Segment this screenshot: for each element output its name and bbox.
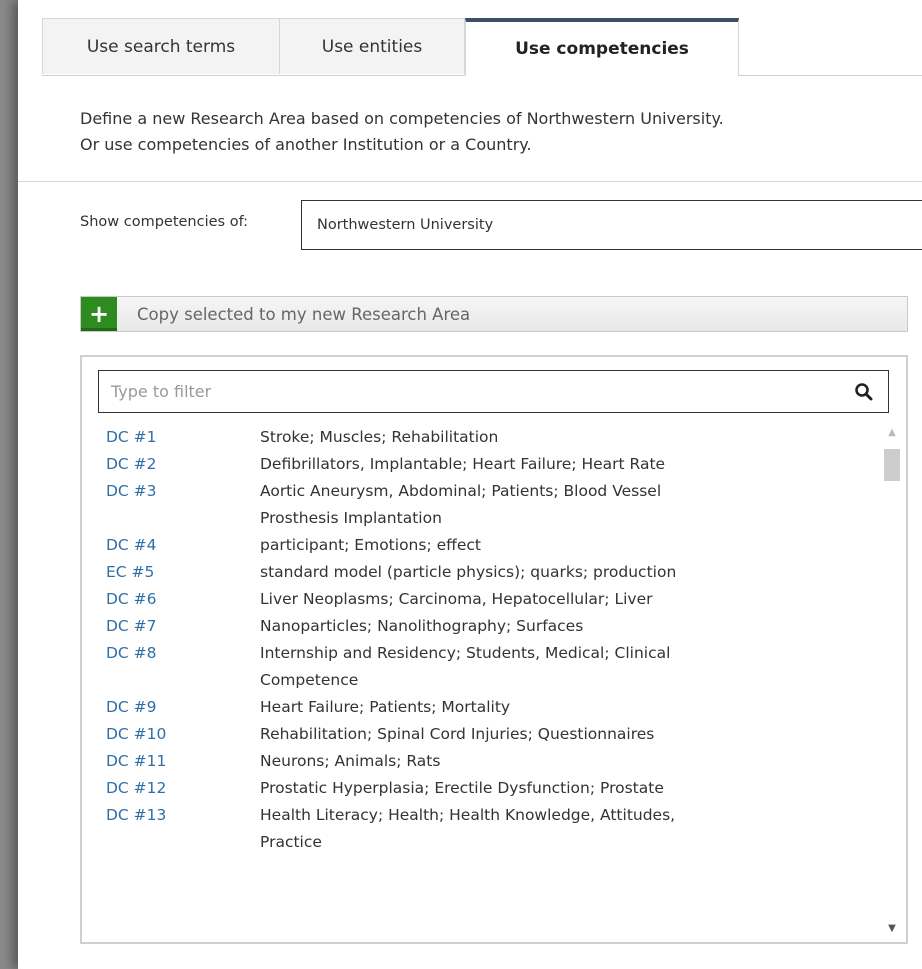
competency-id-link[interactable]: DC #3 [106, 478, 260, 532]
list-item[interactable]: DC #2 Defibrillators, Implantable; Heart … [106, 451, 866, 478]
scrollbar[interactable]: ▲ ▼ [882, 425, 902, 935]
competency-id-link[interactable]: DC #1 [106, 424, 260, 451]
copy-selected-label: Copy selected to my new Research Area [137, 304, 471, 324]
competency-terms: Defibrillators, Implantable; Heart Failu… [260, 455, 666, 473]
competency-id-link[interactable]: DC #11 [106, 748, 260, 775]
list-item[interactable]: DC #4 participant; Emotions; effect [106, 532, 866, 559]
scroll-up-icon[interactable]: ▲ [882, 425, 902, 439]
tab-bar: Use search terms Use entities Use compet… [42, 18, 922, 76]
competency-id-link[interactable]: EC #5 [106, 559, 260, 586]
competency-terms: Rehabilitation; Spinal Cord Injuries; Qu… [260, 725, 655, 743]
description: Define a new Research Area based on comp… [80, 106, 920, 158]
competency-id-link[interactable]: DC #4 [106, 532, 260, 559]
list-item[interactable]: EC #5 standard model (particle physics); … [106, 559, 866, 586]
competency-id-link[interactable]: DC #10 [106, 721, 260, 748]
competency-terms: Stroke; Muscles; Rehabilitation [260, 428, 499, 446]
competency-terms: Aortic Aneurysm, Abdominal; Patients; Bl… [260, 482, 662, 527]
list-item[interactable]: DC #6 Liver Neoplasms; Carcinoma, Hepatoc… [106, 586, 866, 613]
competency-listbox: Type to filter DC #1 Stroke; Muscles; Reh… [80, 355, 908, 944]
competency-terms: Prostatic Hyperplasia; Erectile Dysfunct… [260, 779, 664, 797]
competency-id-link[interactable]: DC #9 [106, 694, 260, 721]
competency-id-link[interactable]: DC #8 [106, 640, 260, 694]
competency-terms: Internship and Residency; Students, Medi… [260, 644, 671, 689]
plus-icon: + [81, 297, 117, 331]
list-item[interactable]: DC #12 Prostatic Hyperplasia; Erectile Dy… [106, 775, 866, 802]
competency-terms: Liver Neoplasms; Carcinoma, Hepatocellul… [260, 590, 653, 608]
scroll-down-icon[interactable]: ▼ [882, 921, 902, 935]
description-line-1: Define a new Research Area based on comp… [80, 109, 724, 128]
competency-list: DC #1 Stroke; Muscles; Rehabilitation DC #… [106, 424, 866, 939]
copy-selected-button[interactable]: + Copy selected to my new Research Area [80, 296, 908, 332]
institution-select[interactable]: Northwestern University [301, 200, 922, 250]
tab-use-entities[interactable]: Use entities [279, 18, 465, 74]
list-item[interactable]: DC #8 Internship and Residency; Students,… [106, 640, 866, 694]
filter-input[interactable]: Type to filter [98, 370, 889, 413]
competency-terms: standard model (particle physics); quark… [260, 563, 677, 581]
tab-use-competencies[interactable]: Use competencies [465, 18, 739, 76]
competency-terms: Heart Failure; Patients; Mortality [260, 698, 511, 716]
filter-placeholder: Type to filter [111, 382, 212, 401]
list-item[interactable]: DC #10 Rehabilitation; Spinal Cord Injuri… [106, 721, 866, 748]
description-line-2: Or use competencies of another Instituti… [80, 135, 532, 154]
tab-use-search-terms[interactable]: Use search terms [42, 18, 280, 74]
competency-id-link[interactable]: DC #2 [106, 451, 260, 478]
list-item[interactable]: DC #7 Nanoparticles; Nanolithography; Sur… [106, 613, 866, 640]
competency-terms: participant; Emotions; effect [260, 536, 481, 554]
competency-id-link[interactable]: DC #7 [106, 613, 260, 640]
competency-terms: Health Literacy; Health; Health Knowledg… [260, 806, 676, 851]
competencies-panel: Use search terms Use entities Use compet… [18, 0, 922, 969]
competency-id-link[interactable]: DC #13 [106, 802, 260, 856]
competency-terms: Neurons; Animals; Rats [260, 752, 441, 770]
divider [18, 181, 922, 182]
competency-id-link[interactable]: DC #12 [106, 775, 260, 802]
list-item[interactable]: DC #13 Health Literacy; Health; Health Kn… [106, 802, 866, 856]
scrollbar-thumb[interactable] [884, 449, 900, 481]
list-item[interactable]: DC #11 Neurons; Animals; Rats [106, 748, 866, 775]
list-item[interactable]: DC #3 Aortic Aneurysm, Abdominal; Patient… [106, 478, 866, 532]
search-icon[interactable] [854, 382, 874, 402]
competency-terms: Nanoparticles; Nanolithography; Surfaces [260, 617, 584, 635]
competency-id-link[interactable]: DC #6 [106, 586, 260, 613]
show-competencies-label: Show competencies of: [80, 214, 249, 230]
list-item[interactable]: DC #9 Heart Failure; Patients; Mortality [106, 694, 866, 721]
list-item[interactable]: DC #1 Stroke; Muscles; Rehabilitation [106, 424, 866, 451]
institution-select-value: Northwestern University [317, 217, 494, 233]
